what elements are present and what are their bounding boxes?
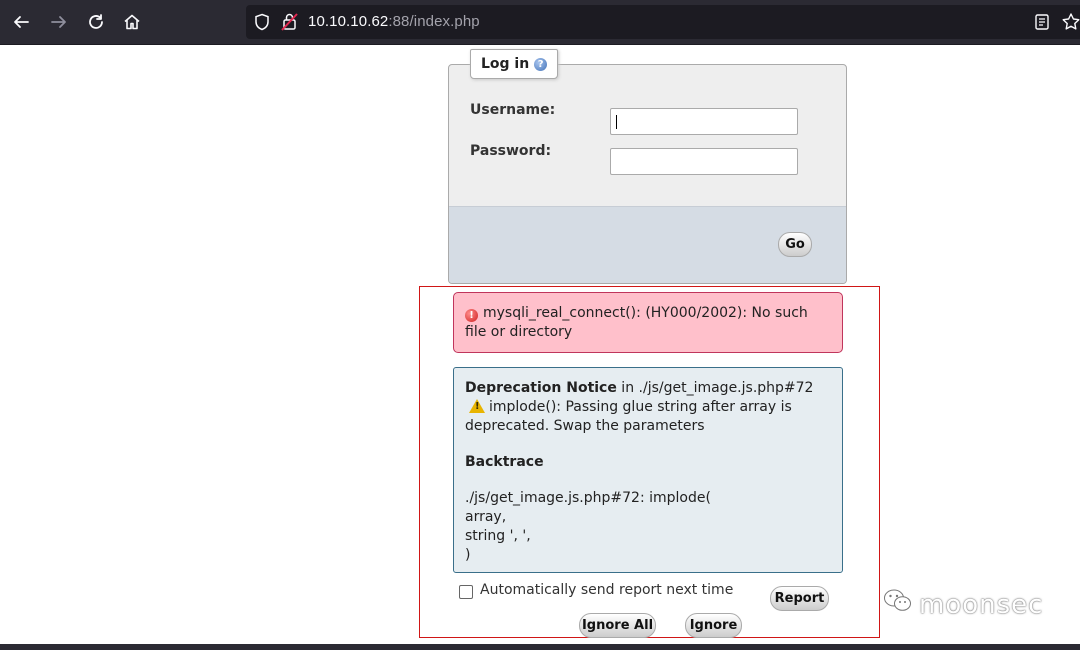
ignore-button[interactable]: Ignore: [685, 613, 742, 638]
deprecation-notice: Deprecation Notice in ./js/get_image.js.…: [453, 367, 843, 573]
back-icon[interactable]: [9, 10, 33, 34]
error-icon: !: [465, 309, 478, 322]
username-input[interactable]: [610, 108, 798, 135]
browser-toolbar: 10.10.10.62:88/index.php: [0, 0, 1080, 45]
notice-location: in ./js/get_image.js.php#72: [616, 380, 814, 396]
login-legend-text: Log in: [481, 56, 530, 72]
notice-message: implode(): Passing glue string after arr…: [465, 399, 792, 434]
trace-line-1: ./js/get_image.js.php#72: implode(: [465, 490, 711, 506]
text-caret: [616, 115, 617, 129]
notice-title: Deprecation Notice: [465, 380, 617, 396]
trace-line-3: string ', ',: [465, 528, 531, 544]
password-input[interactable]: [610, 148, 798, 175]
reload-icon[interactable]: [84, 10, 108, 34]
trace-line-2: array,: [465, 509, 507, 525]
go-button[interactable]: Go: [778, 232, 812, 257]
backtrace-title: Backtrace: [465, 454, 544, 470]
insecure-lock-icon[interactable]: [281, 12, 299, 36]
warning-icon: !: [469, 399, 485, 413]
help-icon[interactable]: ?: [534, 57, 548, 71]
report-button[interactable]: Report: [770, 586, 829, 611]
url-bar[interactable]: 10.10.10.62:88/index.php: [246, 5, 1080, 39]
watermark: moonsec: [883, 588, 1043, 621]
bookmark-star-icon[interactable]: [1061, 12, 1080, 36]
trace-line-4: ): [465, 547, 471, 563]
error-text: mysqli_real_connect(): (HY000/2002): No …: [465, 305, 808, 340]
bottom-bar: [0, 644, 1080, 650]
url-text[interactable]: 10.10.10.62:88/index.php: [308, 13, 480, 30]
auto-send-label[interactable]: Automatically send report next time: [480, 582, 733, 598]
url-path: :88/index.php: [388, 13, 480, 30]
forward-icon[interactable]: [47, 10, 71, 34]
auto-send-checkbox[interactable]: [459, 585, 473, 599]
username-label: Username:: [470, 102, 556, 118]
home-icon[interactable]: [120, 10, 144, 34]
wechat-logo-icon: [883, 588, 913, 621]
password-label: Password:: [470, 143, 552, 159]
url-host: 10.10.10.62: [308, 13, 389, 30]
ignore-all-button[interactable]: Ignore All: [579, 613, 656, 638]
login-legend: Log in ?: [470, 49, 559, 79]
shield-icon[interactable]: [254, 13, 270, 35]
connection-error-message: ! mysqli_real_connect(): (HY000/2002): No…: [453, 292, 843, 353]
reader-view-icon[interactable]: [1034, 13, 1050, 35]
watermark-text: moonsec: [919, 589, 1044, 620]
